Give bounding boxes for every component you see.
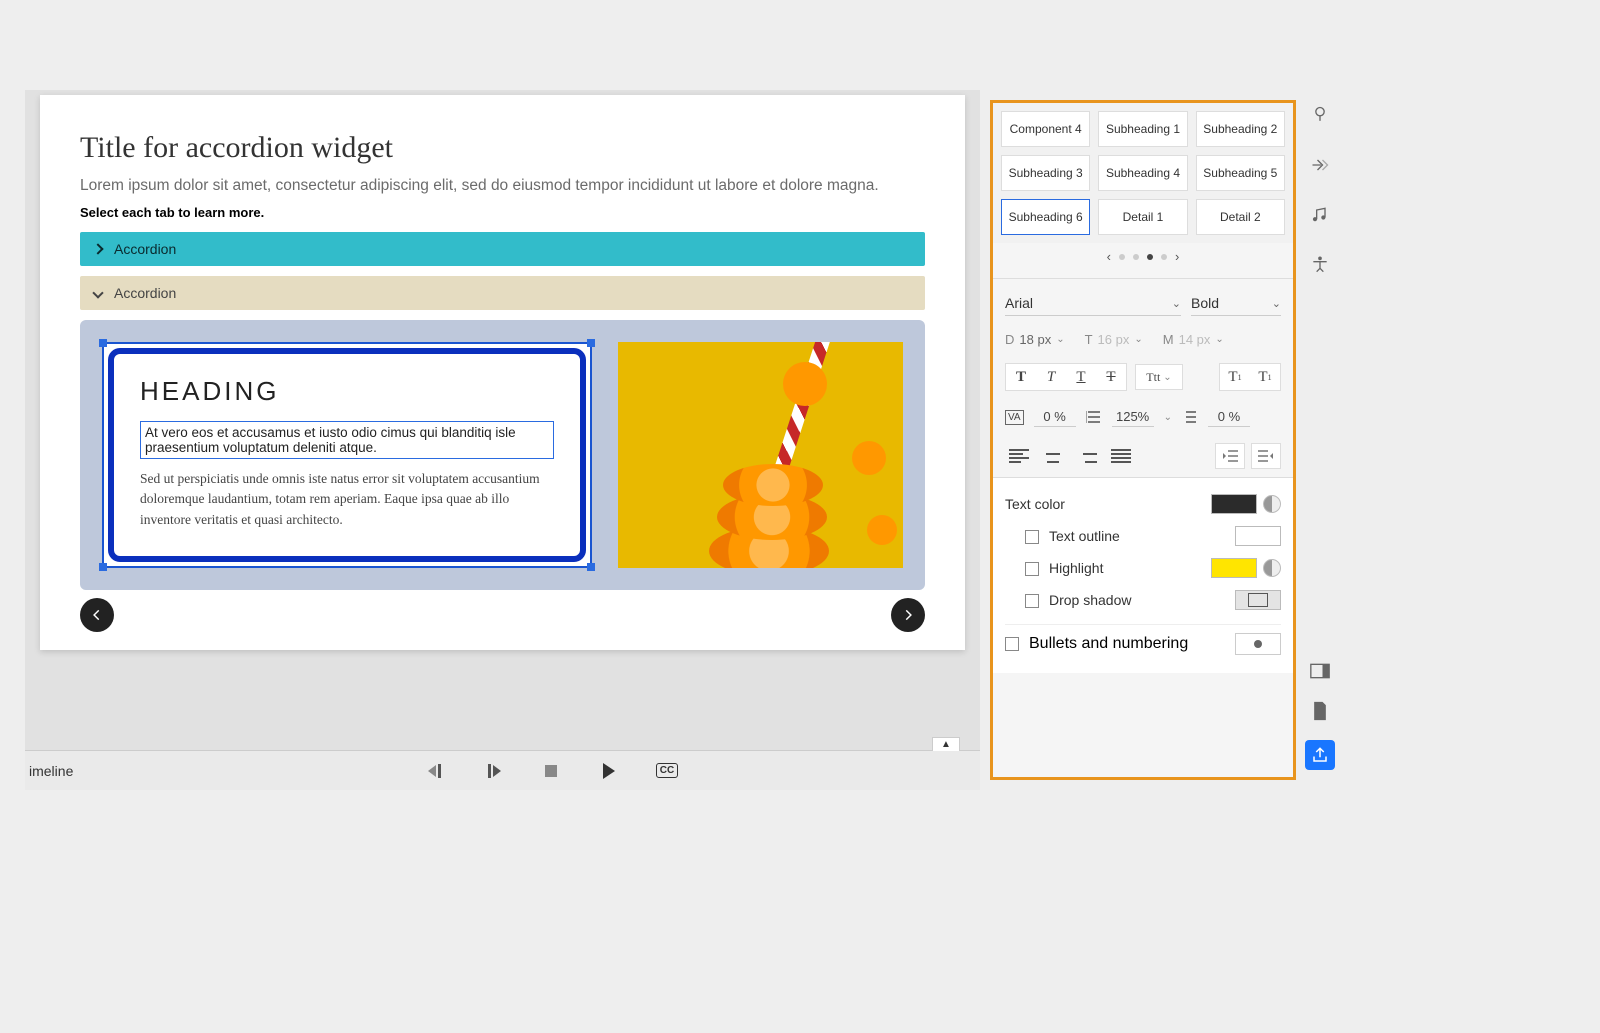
- text-case-dropdown[interactable]: Ttt⌄: [1135, 364, 1183, 390]
- slide-title: Title for accordion widget: [80, 131, 925, 165]
- paragraph-spacing-icon: [1182, 409, 1198, 425]
- increase-indent-icon[interactable]: [1251, 443, 1281, 469]
- slide-subtitle: Lorem ipsum dolor sit amet, consectetur …: [80, 177, 925, 195]
- interactions-icon[interactable]: [1309, 104, 1331, 126]
- bullets-style-button[interactable]: [1235, 633, 1281, 655]
- drop-shadow-checkbox[interactable]: [1025, 594, 1039, 608]
- style-preset[interactable]: Subheading 1: [1098, 111, 1187, 147]
- line-height-input[interactable]: 125%: [1112, 407, 1154, 427]
- next-button[interactable]: [891, 598, 925, 632]
- letter-spacing-icon: VA: [1005, 410, 1024, 425]
- style-preset[interactable]: Detail 1: [1098, 199, 1187, 235]
- canvas-area: Title for accordion widget Lorem ipsum d…: [25, 90, 980, 790]
- align-right-icon[interactable]: [1073, 444, 1101, 468]
- highlight-checkbox[interactable]: [1025, 562, 1039, 576]
- font-family-dropdown[interactable]: Arial⌄: [1005, 291, 1181, 316]
- stop-icon[interactable]: [541, 761, 561, 781]
- timeline-bar[interactable]: ▲ imeline CC: [25, 750, 980, 790]
- text-outline-checkbox[interactable]: [1025, 530, 1039, 544]
- style-preset[interactable]: Subheading 4: [1098, 155, 1187, 191]
- timeline-label: imeline: [29, 763, 73, 779]
- text-properties-panel: Component 4 Subheading 1 Subheading 2 Su…: [990, 100, 1296, 780]
- timeline-collapse-handle[interactable]: ▲: [932, 737, 960, 751]
- shadow-settings-button[interactable]: [1235, 590, 1281, 610]
- accessibility-icon[interactable]: [1309, 254, 1331, 276]
- accordion-content: HEADING At vero eos et accusamus et iust…: [80, 320, 925, 590]
- style-preset-selected[interactable]: Subheading 6: [1001, 199, 1090, 235]
- style-preset[interactable]: Component 4: [1001, 111, 1090, 147]
- selected-paragraph[interactable]: At vero eos et accusamus et iusto odio c…: [140, 421, 554, 459]
- mobile-size[interactable]: M 14 px⌄: [1163, 332, 1224, 347]
- animate-icon[interactable]: [1309, 154, 1331, 176]
- decrease-indent-icon[interactable]: [1215, 443, 1245, 469]
- chevron-down-icon: [92, 287, 103, 298]
- card-heading[interactable]: HEADING: [140, 376, 554, 407]
- slide[interactable]: Title for accordion widget Lorem ipsum d…: [40, 95, 965, 650]
- subscript-icon[interactable]: T1: [1250, 364, 1280, 390]
- highlight-swatch[interactable]: [1211, 558, 1257, 578]
- line-height-icon: [1086, 409, 1102, 425]
- accordion-label: Accordion: [114, 285, 176, 301]
- step-forward-icon[interactable]: [483, 761, 503, 781]
- audio-icon[interactable]: [1309, 204, 1331, 226]
- text-color-label: Text color: [1005, 496, 1065, 512]
- slide-instruction: Select each tab to learn more.: [80, 205, 925, 220]
- accordion-item-1[interactable]: Accordion: [80, 232, 925, 266]
- strikethrough-icon[interactable]: T: [1096, 364, 1126, 390]
- underline-icon[interactable]: T: [1066, 364, 1096, 390]
- letter-spacing-input[interactable]: 0 %: [1034, 407, 1076, 427]
- cc-icon[interactable]: CC: [657, 761, 677, 781]
- text-style-presets: Component 4 Subheading 1 Subheading 2 Su…: [993, 103, 1293, 243]
- prev-button[interactable]: [80, 598, 114, 632]
- preset-pagination: ‹ ›: [993, 243, 1293, 274]
- superscript-icon[interactable]: T1: [1220, 364, 1250, 390]
- align-left-icon[interactable]: [1005, 444, 1033, 468]
- image-placeholder[interactable]: [618, 342, 903, 568]
- outline-swatch[interactable]: [1235, 526, 1281, 546]
- chevron-right-icon[interactable]: ›: [1175, 249, 1179, 264]
- font-weight-dropdown[interactable]: Bold⌄: [1191, 291, 1281, 316]
- chevron-right-icon: [92, 243, 103, 254]
- body-paragraph[interactable]: Sed ut perspiciatis unde omnis iste natu…: [140, 469, 554, 530]
- play-icon[interactable]: [599, 761, 619, 781]
- align-justify-icon[interactable]: [1107, 444, 1135, 468]
- panel-toggle-icon[interactable]: [1309, 660, 1331, 682]
- document-icon[interactable]: [1309, 700, 1331, 722]
- step-back-icon[interactable]: [425, 761, 445, 781]
- text-color-swatch[interactable]: [1211, 494, 1257, 514]
- desktop-size[interactable]: D 18 px⌄: [1005, 332, 1065, 347]
- style-preset[interactable]: Subheading 2: [1196, 111, 1285, 147]
- selected-text-object[interactable]: HEADING At vero eos et accusamus et iust…: [102, 342, 592, 568]
- bold-icon[interactable]: T: [1006, 364, 1036, 390]
- italic-icon[interactable]: T: [1036, 364, 1066, 390]
- opacity-icon[interactable]: [1263, 495, 1281, 513]
- align-center-icon[interactable]: [1039, 444, 1067, 468]
- style-preset[interactable]: Subheading 5: [1196, 155, 1285, 191]
- paragraph-spacing-input[interactable]: 0 %: [1208, 407, 1250, 427]
- bullets-checkbox[interactable]: [1005, 637, 1019, 651]
- accordion-item-2[interactable]: Accordion: [80, 276, 925, 310]
- chevron-left-icon[interactable]: ‹: [1107, 249, 1111, 264]
- style-preset[interactable]: Detail 2: [1196, 199, 1285, 235]
- tablet-size[interactable]: T 16 px⌄: [1085, 332, 1143, 347]
- style-preset[interactable]: Subheading 3: [1001, 155, 1090, 191]
- opacity-icon[interactable]: [1263, 559, 1281, 577]
- share-button[interactable]: [1305, 740, 1335, 770]
- accordion-label: Accordion: [114, 241, 176, 257]
